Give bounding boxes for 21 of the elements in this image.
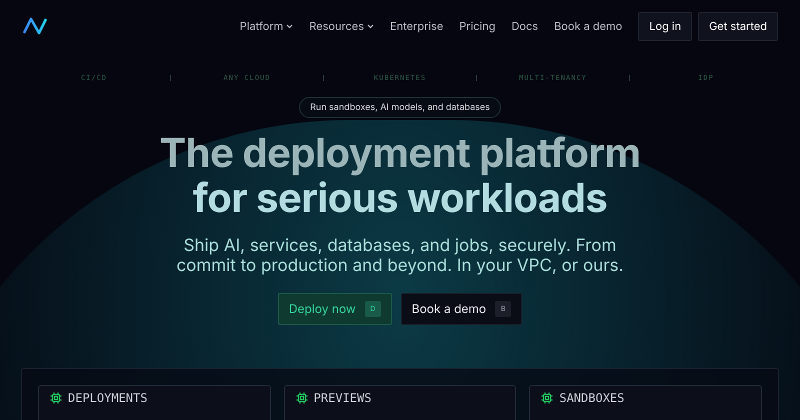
logo-icon[interactable] <box>22 16 48 36</box>
nav-link[interactable]: Pricing <box>459 18 496 34</box>
nav-link[interactable]: Docs <box>511 18 538 34</box>
nav-link[interactable]: Platform <box>240 18 294 34</box>
announcement-pill[interactable]: Run sandboxes, AI models, and databases <box>299 97 501 118</box>
nav-link[interactable]: Book a demo <box>554 18 622 34</box>
chip-icon <box>541 392 554 404</box>
chip-icon <box>296 392 308 404</box>
get-started-button[interactable]: Get started <box>698 12 778 40</box>
card-title: DEPLOYMENTS <box>68 392 148 404</box>
nav-link[interactable]: Resources <box>309 18 374 34</box>
login-button[interactable]: Log in <box>638 12 692 40</box>
chevron-down-icon <box>286 24 294 28</box>
hero-subtitle: Ship AI, services, databases, and jobs, securely. From commit to production and beyond. In your VPC, or ours. <box>175 236 625 276</box>
card-title: SANDBOXES <box>559 392 624 404</box>
chevron-down-icon <box>367 24 374 28</box>
hero-title: for serious workloads <box>192 175 608 220</box>
nav-link[interactable]: Enterprise <box>390 18 444 34</box>
card-title: PREVIEWS <box>314 392 372 404</box>
chip-icon <box>50 392 62 404</box>
hero-title: The deployment platform <box>159 130 641 175</box>
